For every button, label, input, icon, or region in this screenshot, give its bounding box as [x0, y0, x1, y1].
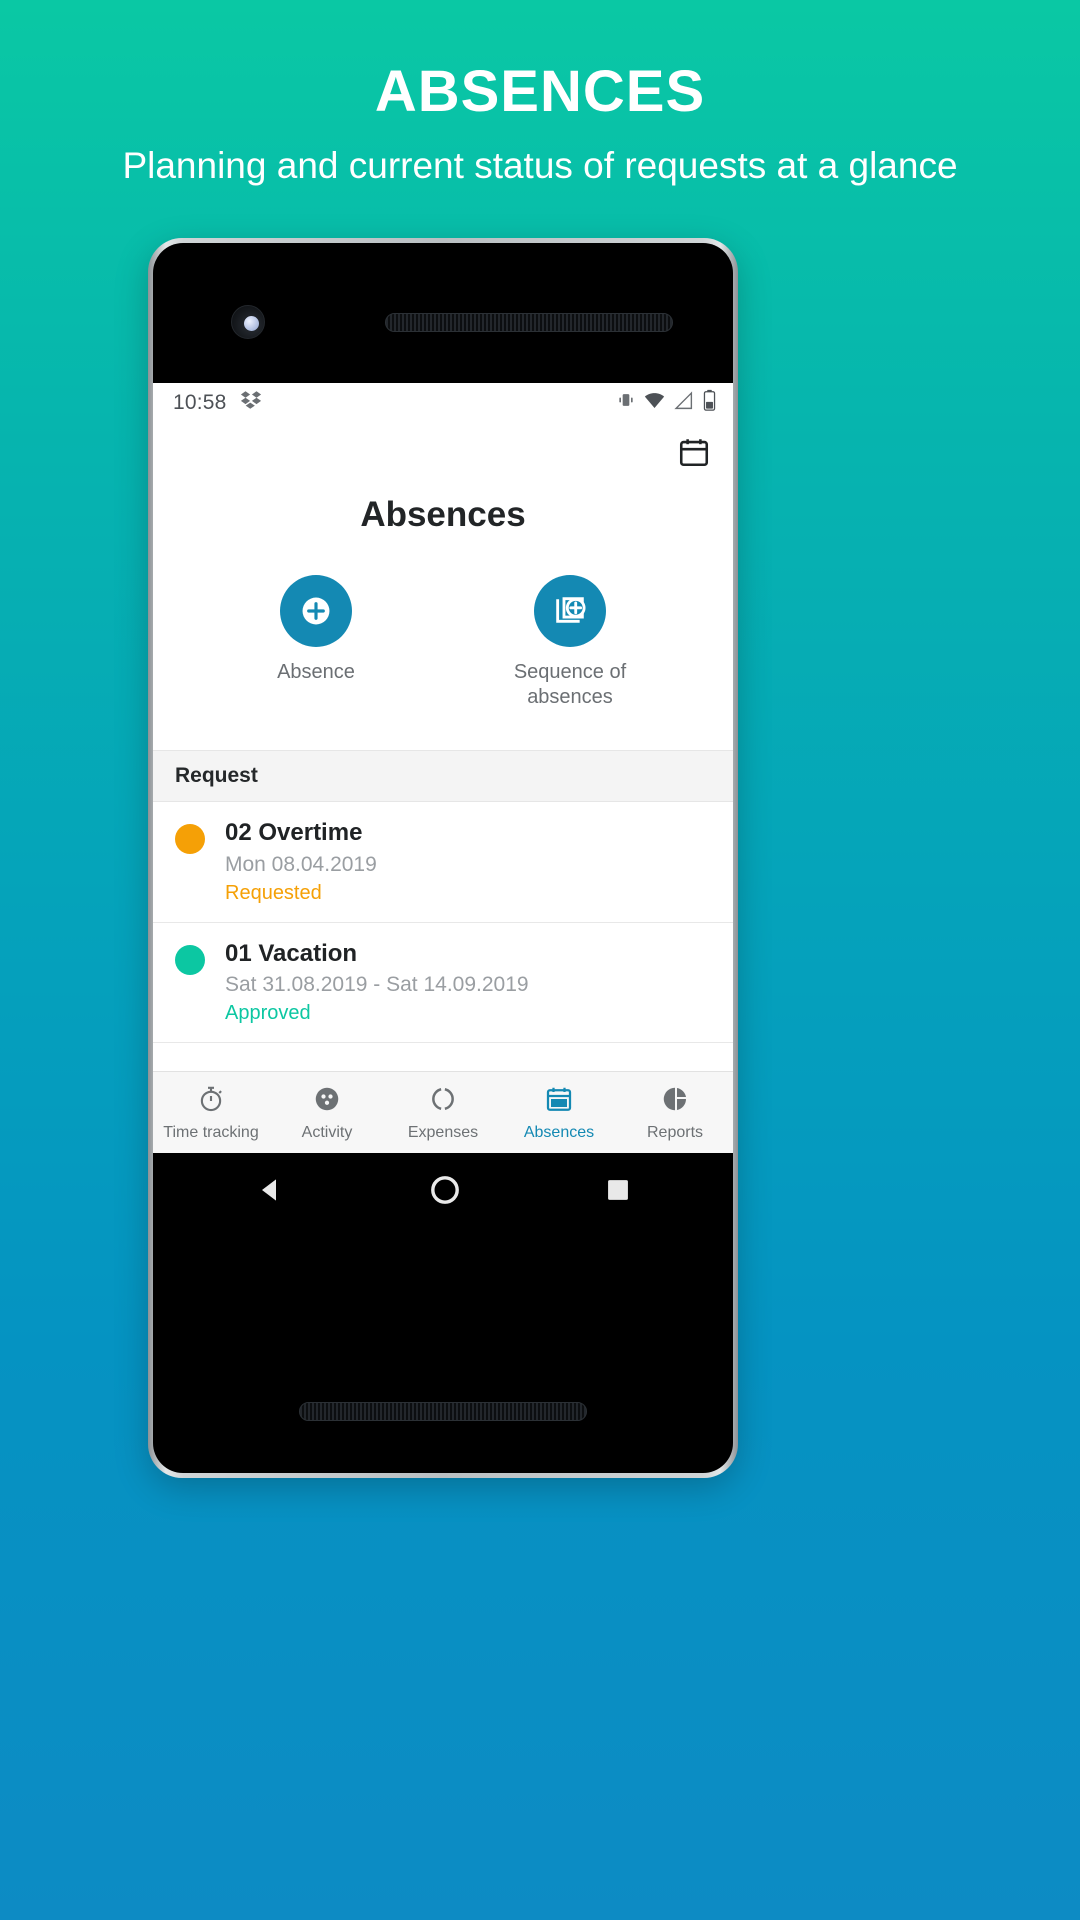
status-badge: Requested — [225, 881, 322, 904]
promo-subtitle: Planning and current status of requests … — [122, 144, 958, 186]
list-empty-area — [153, 1043, 733, 1071]
stopwatch-icon — [196, 1084, 226, 1119]
recents-button[interactable] — [604, 1176, 632, 1209]
phone-mockup: 10:58 Absences Absence Sequence of absen… — [148, 238, 738, 1478]
earpiece-speaker-icon — [385, 313, 673, 332]
tab-time-tracking-label: Time tracking — [163, 1123, 259, 1141]
request-title: 01 Vacation — [225, 939, 358, 967]
request-date: Mon 08.04.2019 — [225, 852, 377, 876]
tab-absences[interactable]: Absences — [501, 1072, 617, 1153]
tab-activity[interactable]: Activity — [269, 1072, 385, 1153]
app-screen: 10:58 Absences Absence Sequence of absen… — [153, 383, 733, 1153]
list-item[interactable]: 02 Overtime Mon 08.04.2019 Requested — [153, 802, 733, 923]
signal-icon — [673, 390, 694, 417]
request-title: 02 Overtime — [225, 819, 363, 846]
page-title: ABSENCES — [374, 59, 706, 124]
action-sequence-label: Sequence of absences — [513, 661, 627, 708]
home-button[interactable] — [428, 1173, 462, 1212]
dropbox-icon — [240, 389, 262, 417]
request-date: Sat 31.08.2019 - Sat 14.09.2019 — [225, 973, 529, 997]
tab-time-tracking[interactable]: Time tracking — [153, 1072, 269, 1153]
battery-icon — [702, 389, 717, 417]
quick-actions: Absence Sequence of absences — [153, 575, 733, 710]
bottom-speaker-icon — [299, 1402, 587, 1421]
calendar-icon — [544, 1084, 574, 1119]
back-button[interactable] — [254, 1174, 286, 1211]
request-section-header: Request — [153, 750, 733, 802]
add-circle-icon — [280, 575, 352, 647]
tab-reports[interactable]: Reports — [617, 1072, 733, 1153]
status-badge: Approved — [225, 1002, 311, 1025]
wifi-icon — [644, 390, 665, 417]
request-list: 02 Overtime Mon 08.04.2019 Requested 01 … — [153, 802, 733, 1044]
bottom-navigation: Time tracking Activity Expenses Absences… — [153, 1071, 733, 1153]
expenses-icon — [428, 1084, 458, 1119]
app-bar — [153, 423, 733, 485]
calendar-icon[interactable] — [677, 435, 711, 474]
vibrate-icon — [616, 390, 636, 416]
promo-header: ABSENCES Planning and current status of … — [0, 0, 1080, 187]
front-camera-icon — [231, 305, 265, 339]
status-bar: 10:58 — [153, 383, 733, 423]
action-absence-label: Absence — [277, 661, 355, 683]
android-navigation-bar — [153, 1153, 733, 1231]
tab-reports-label: Reports — [646, 1123, 704, 1141]
action-sequence-of-absences[interactable]: Sequence of absences — [475, 575, 665, 710]
phone-top-bezel — [153, 243, 733, 383]
status-dot — [175, 824, 205, 854]
action-absence[interactable]: Absence — [221, 575, 411, 710]
add-sequence-icon — [534, 575, 606, 647]
pie-chart-icon — [660, 1084, 690, 1119]
status-time: 10:58 — [173, 391, 227, 414]
tab-absences-label: Absences — [523, 1123, 595, 1141]
list-item[interactable]: 01 Vacation Sat 31.08.2019 - Sat 14.09.2… — [153, 923, 733, 1044]
screen-title: Absences — [360, 495, 526, 534]
tab-activity-label: Activity — [301, 1123, 353, 1141]
activity-icon — [312, 1084, 342, 1119]
tab-expenses[interactable]: Expenses — [385, 1072, 501, 1153]
tab-expenses-label: Expenses — [407, 1123, 479, 1141]
status-dot — [175, 944, 205, 975]
